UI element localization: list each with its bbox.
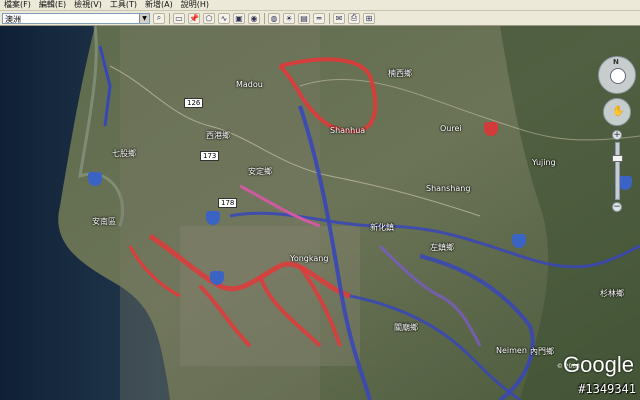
satellite-map-view[interactable]: Madou Shanhua Ourei Yujing Shanshang Yon… <box>0 26 640 400</box>
overlay-icon[interactable]: ▣ <box>233 12 245 24</box>
menu-file[interactable]: 檔案(F) <box>0 0 35 10</box>
zoom-in-button[interactable]: + <box>612 130 622 140</box>
road-shield: 126 <box>184 98 204 108</box>
map-icon[interactable]: ⊞ <box>363 12 375 24</box>
toolbar-divider <box>169 12 170 24</box>
north-label: N <box>613 58 619 66</box>
map-label: 安定鄉 <box>248 167 272 176</box>
zoom-thumb[interactable] <box>611 155 623 163</box>
search-value: 澳洲 <box>5 14 21 24</box>
zoom-slider[interactable]: + − <box>611 130 623 212</box>
map-label: Ourei <box>440 124 462 133</box>
placemark-icon[interactable]: 📌 <box>188 12 200 24</box>
map-label: Madou <box>236 80 263 89</box>
chevron-down-icon[interactable]: ▼ <box>139 13 149 23</box>
path-icon[interactable]: ∿ <box>218 12 230 24</box>
menu-add[interactable]: 新增(A) <box>141 0 177 10</box>
search-input[interactable]: 澳洲 ▼ <box>2 12 150 24</box>
map-label: Yongkang <box>290 254 329 263</box>
navigation-controls: N ✋ + − <box>598 56 636 212</box>
highway-shield-icon <box>88 172 102 186</box>
zoom-track[interactable] <box>611 142 623 200</box>
menu-view[interactable]: 檢視(V) <box>70 0 106 10</box>
map-label: 杉林鄉 <box>600 289 624 298</box>
search-icon[interactable]: ⌕ <box>153 12 165 24</box>
map-label: 左鎮鄉 <box>430 243 454 252</box>
menu-tools[interactable]: 工具(T) <box>106 0 141 10</box>
map-label: Yujing <box>532 158 556 167</box>
tour-icon[interactable]: ◉ <box>248 12 260 24</box>
map-label: 七股鄉 <box>112 149 136 158</box>
map-label: 楠西鄉 <box>388 69 412 78</box>
sidebar-toggle-icon[interactable]: ▭ <box>173 12 185 24</box>
earth-icon[interactable]: ◍ <box>268 12 280 24</box>
polygon-icon[interactable]: ⬠ <box>203 12 215 24</box>
image-id-watermark: #1349341 <box>578 382 636 396</box>
map-label: 新化鎮 <box>370 223 394 232</box>
google-logo: Google <box>563 352 634 377</box>
highway-shield-icon <box>484 122 498 136</box>
zoom-out-button[interactable]: − <box>612 202 622 212</box>
highway-shield-icon <box>206 211 220 225</box>
hand-icon: ✋ <box>612 106 625 117</box>
map-label: 西港鄉 <box>206 131 230 140</box>
map-label: Neimen <box>496 346 527 355</box>
email-icon[interactable]: ✉ <box>333 12 345 24</box>
map-label: Shanshang <box>426 184 471 193</box>
highway-shield-icon <box>512 234 526 248</box>
eye-icon[interactable] <box>610 68 626 84</box>
menu-bar: 檔案(F) 編輯(E) 檢視(V) 工具(T) 新增(A) 說明(H) <box>0 0 640 11</box>
map-imagery <box>0 26 640 400</box>
photo-icon[interactable]: ▤ <box>298 12 310 24</box>
map-label: 關廟鄉 <box>394 323 418 332</box>
move-joystick[interactable]: ✋ <box>603 98 631 126</box>
sun-icon[interactable]: ☀ <box>283 12 295 24</box>
road-shield: 173 <box>200 151 220 161</box>
ruler-icon[interactable]: ═ <box>313 12 325 24</box>
toolbar-divider <box>329 12 330 24</box>
compass-ring[interactable]: N <box>598 56 636 94</box>
menu-edit[interactable]: 編輯(E) <box>35 0 70 10</box>
map-label: Shanhua <box>330 126 366 135</box>
road-shield: 178 <box>218 198 238 208</box>
print-icon[interactable]: ⎙ <box>348 12 360 24</box>
map-label: 內門鄉 <box>530 347 554 356</box>
menu-help[interactable]: 說明(H) <box>177 0 213 10</box>
map-label: 安南區 <box>92 217 116 226</box>
toolbar-divider <box>264 12 265 24</box>
highway-shield-icon <box>210 271 224 285</box>
toolbar: 澳洲 ▼ ⌕ ▭ 📌 ⬠ ∿ ▣ ◉ ◍ ☀ ▤ ═ ✉ ⎙ ⊞ <box>0 11 640 26</box>
